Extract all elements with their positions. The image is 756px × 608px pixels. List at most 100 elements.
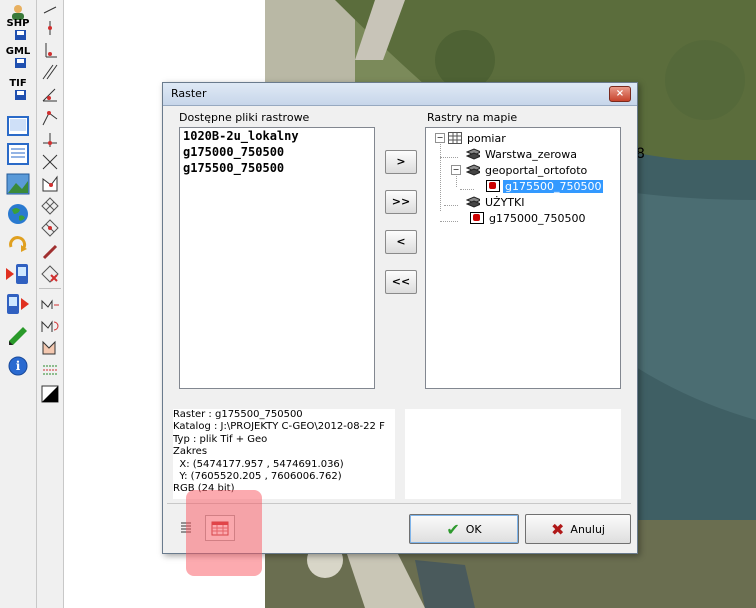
edit-pencil-icon[interactable] bbox=[4, 324, 32, 348]
cross2-icon[interactable] bbox=[39, 152, 61, 172]
list-icon[interactable] bbox=[4, 142, 32, 166]
raster-image-icon bbox=[486, 180, 500, 192]
parallel-icon[interactable] bbox=[39, 62, 61, 82]
cancel-button[interactable]: ✖ Anuluj bbox=[525, 514, 631, 544]
image-icon[interactable] bbox=[4, 172, 32, 196]
tree-connector bbox=[440, 221, 458, 222]
perpendicular-icon[interactable] bbox=[39, 18, 61, 38]
remove-raster-button[interactable]: < bbox=[385, 230, 417, 254]
tree-connector bbox=[440, 141, 441, 211]
list-view-icon[interactable] bbox=[179, 520, 193, 536]
calendar-view-button[interactable] bbox=[205, 515, 235, 541]
diagonal-icon[interactable] bbox=[39, 242, 61, 262]
available-files-label: Dostępne pliki rastrowe bbox=[179, 111, 310, 124]
point-icon[interactable] bbox=[39, 0, 61, 20]
list-item[interactable]: g175500_750500 bbox=[180, 160, 374, 176]
tree-node-label: UŻYTKI bbox=[485, 195, 525, 209]
refresh-icon[interactable] bbox=[4, 232, 32, 256]
layers-icon bbox=[466, 148, 480, 160]
tree-node-warstwa-zerowa[interactable]: Warstwa_zerowa bbox=[466, 146, 579, 162]
window-icon[interactable] bbox=[4, 114, 32, 138]
toolbar-divider bbox=[39, 288, 61, 289]
list-item[interactable]: 1020B-2u_lokalny bbox=[180, 128, 374, 144]
collapse-pomiar-toggle[interactable]: − bbox=[435, 133, 445, 143]
dialog-title: Raster bbox=[171, 87, 207, 100]
add-all-rasters-button[interactable]: >> bbox=[385, 190, 417, 214]
save-gml-icon bbox=[15, 58, 26, 68]
remove-all-rasters-button[interactable]: << bbox=[385, 270, 417, 294]
triangle-icon[interactable] bbox=[39, 384, 61, 404]
save-shp-button[interactable]: SHP bbox=[4, 18, 32, 42]
grid2-icon[interactable] bbox=[39, 218, 61, 238]
save-shp-icon bbox=[15, 30, 26, 40]
ok-label: OK bbox=[465, 522, 482, 536]
cross-icon[interactable] bbox=[39, 130, 61, 150]
info-y-range: Y: (7605520.205 , 7606006.762) bbox=[173, 471, 342, 483]
cancel-label: Anuluj bbox=[570, 522, 605, 536]
ok-button[interactable]: ✔ OK bbox=[409, 514, 519, 544]
grid-icon[interactable] bbox=[39, 196, 61, 216]
close-icon: × bbox=[615, 88, 625, 99]
grid-table-icon bbox=[448, 132, 462, 144]
tree-node-pomiar[interactable]: pomiar bbox=[448, 130, 508, 146]
svg-text:i: i bbox=[16, 359, 21, 373]
drawing-toolbar bbox=[37, 0, 64, 608]
export-device-icon[interactable] bbox=[4, 292, 32, 316]
checkmark-icon: ✔ bbox=[446, 519, 460, 539]
main-toolbar: SHP GML TIF i bbox=[0, 0, 37, 608]
tree-node-label: geoportal_ortofoto bbox=[485, 163, 588, 177]
tree-node-uzytki[interactable]: UŻYTKI bbox=[466, 194, 526, 210]
info-x-range: X: (5474177.957 , 5474691.036) bbox=[173, 458, 344, 470]
list-item[interactable]: g175000_750500 bbox=[180, 144, 374, 160]
tree-node-g175500-selected[interactable]: g175500_750500 bbox=[486, 178, 604, 194]
info-katalog: Katalog : J:\PROJEKTY C-GEO\2012-08-22 F bbox=[173, 421, 385, 433]
perpendicular2-icon[interactable] bbox=[39, 40, 61, 60]
info-zakres: Zakres bbox=[173, 446, 208, 458]
measure-icon[interactable] bbox=[39, 294, 61, 314]
tree-connector bbox=[444, 205, 458, 206]
info-icon[interactable]: i bbox=[4, 354, 32, 378]
close-button[interactable]: × bbox=[609, 86, 631, 102]
info-raster: Raster : g175500_750500 bbox=[173, 409, 303, 420]
tree-connector bbox=[460, 189, 474, 190]
tree-connector bbox=[440, 157, 458, 158]
tree-node-g175000[interactable]: g175000_750500 bbox=[470, 210, 587, 226]
rotate-icon[interactable] bbox=[39, 316, 61, 336]
hatch-icon[interactable] bbox=[39, 360, 61, 380]
layers-icon bbox=[466, 196, 480, 208]
map-rasters-label: Rastry na mapie bbox=[427, 111, 518, 124]
tree-node-label: g175000_750500 bbox=[489, 211, 586, 225]
add-raster-button[interactable]: > bbox=[385, 150, 417, 174]
tree-node-label: Warstwa_zerowa bbox=[485, 147, 578, 161]
available-files-list[interactable]: 1020B-2u_lokalny g175000_750500 g175500_… bbox=[179, 127, 375, 389]
cancel-x-icon: ✖ bbox=[551, 519, 565, 539]
tif-label: TIF bbox=[9, 78, 27, 89]
info-rgb: RGB (24 bit) bbox=[173, 483, 235, 495]
raster-preview-panel bbox=[405, 409, 621, 499]
raster-info-panel: Raster : g175500_750500 Katalog : J:\PRO… bbox=[173, 409, 395, 499]
map-rasters-tree[interactable]: − pomiar Warstwa_zerowa − geoportal_orto… bbox=[425, 127, 621, 389]
area2-icon[interactable] bbox=[39, 338, 61, 358]
footer-divider bbox=[167, 503, 631, 504]
tree-connector bbox=[456, 173, 457, 187]
polyline-icon[interactable] bbox=[39, 108, 61, 128]
import-device-icon[interactable] bbox=[4, 262, 32, 286]
area-icon[interactable] bbox=[39, 174, 61, 194]
save-tif-button[interactable]: TIF bbox=[4, 78, 32, 102]
collapse-geoportal-toggle[interactable]: − bbox=[451, 165, 461, 175]
tree-node-geoportal-ortofoto[interactable]: geoportal_ortofoto bbox=[466, 162, 589, 178]
raster-dialog: Raster × Dostępne pliki rastrowe Rastry … bbox=[162, 82, 638, 554]
erase-icon[interactable] bbox=[39, 264, 61, 284]
angle-icon[interactable] bbox=[39, 84, 61, 104]
tree-node-label: g175500_750500 bbox=[503, 179, 604, 193]
layers-icon bbox=[466, 164, 480, 176]
shp-label: SHP bbox=[6, 18, 30, 29]
info-typ: Typ : plik Tif + Geo bbox=[173, 433, 268, 445]
save-gml-button[interactable]: GML bbox=[4, 46, 32, 70]
dialog-titlebar[interactable]: Raster × bbox=[163, 83, 637, 106]
save-tif-icon bbox=[15, 90, 26, 100]
tree-node-label: pomiar bbox=[467, 131, 506, 145]
gml-label: GML bbox=[5, 46, 31, 57]
globe-icon[interactable] bbox=[4, 202, 32, 226]
raster-image-icon bbox=[470, 212, 484, 224]
